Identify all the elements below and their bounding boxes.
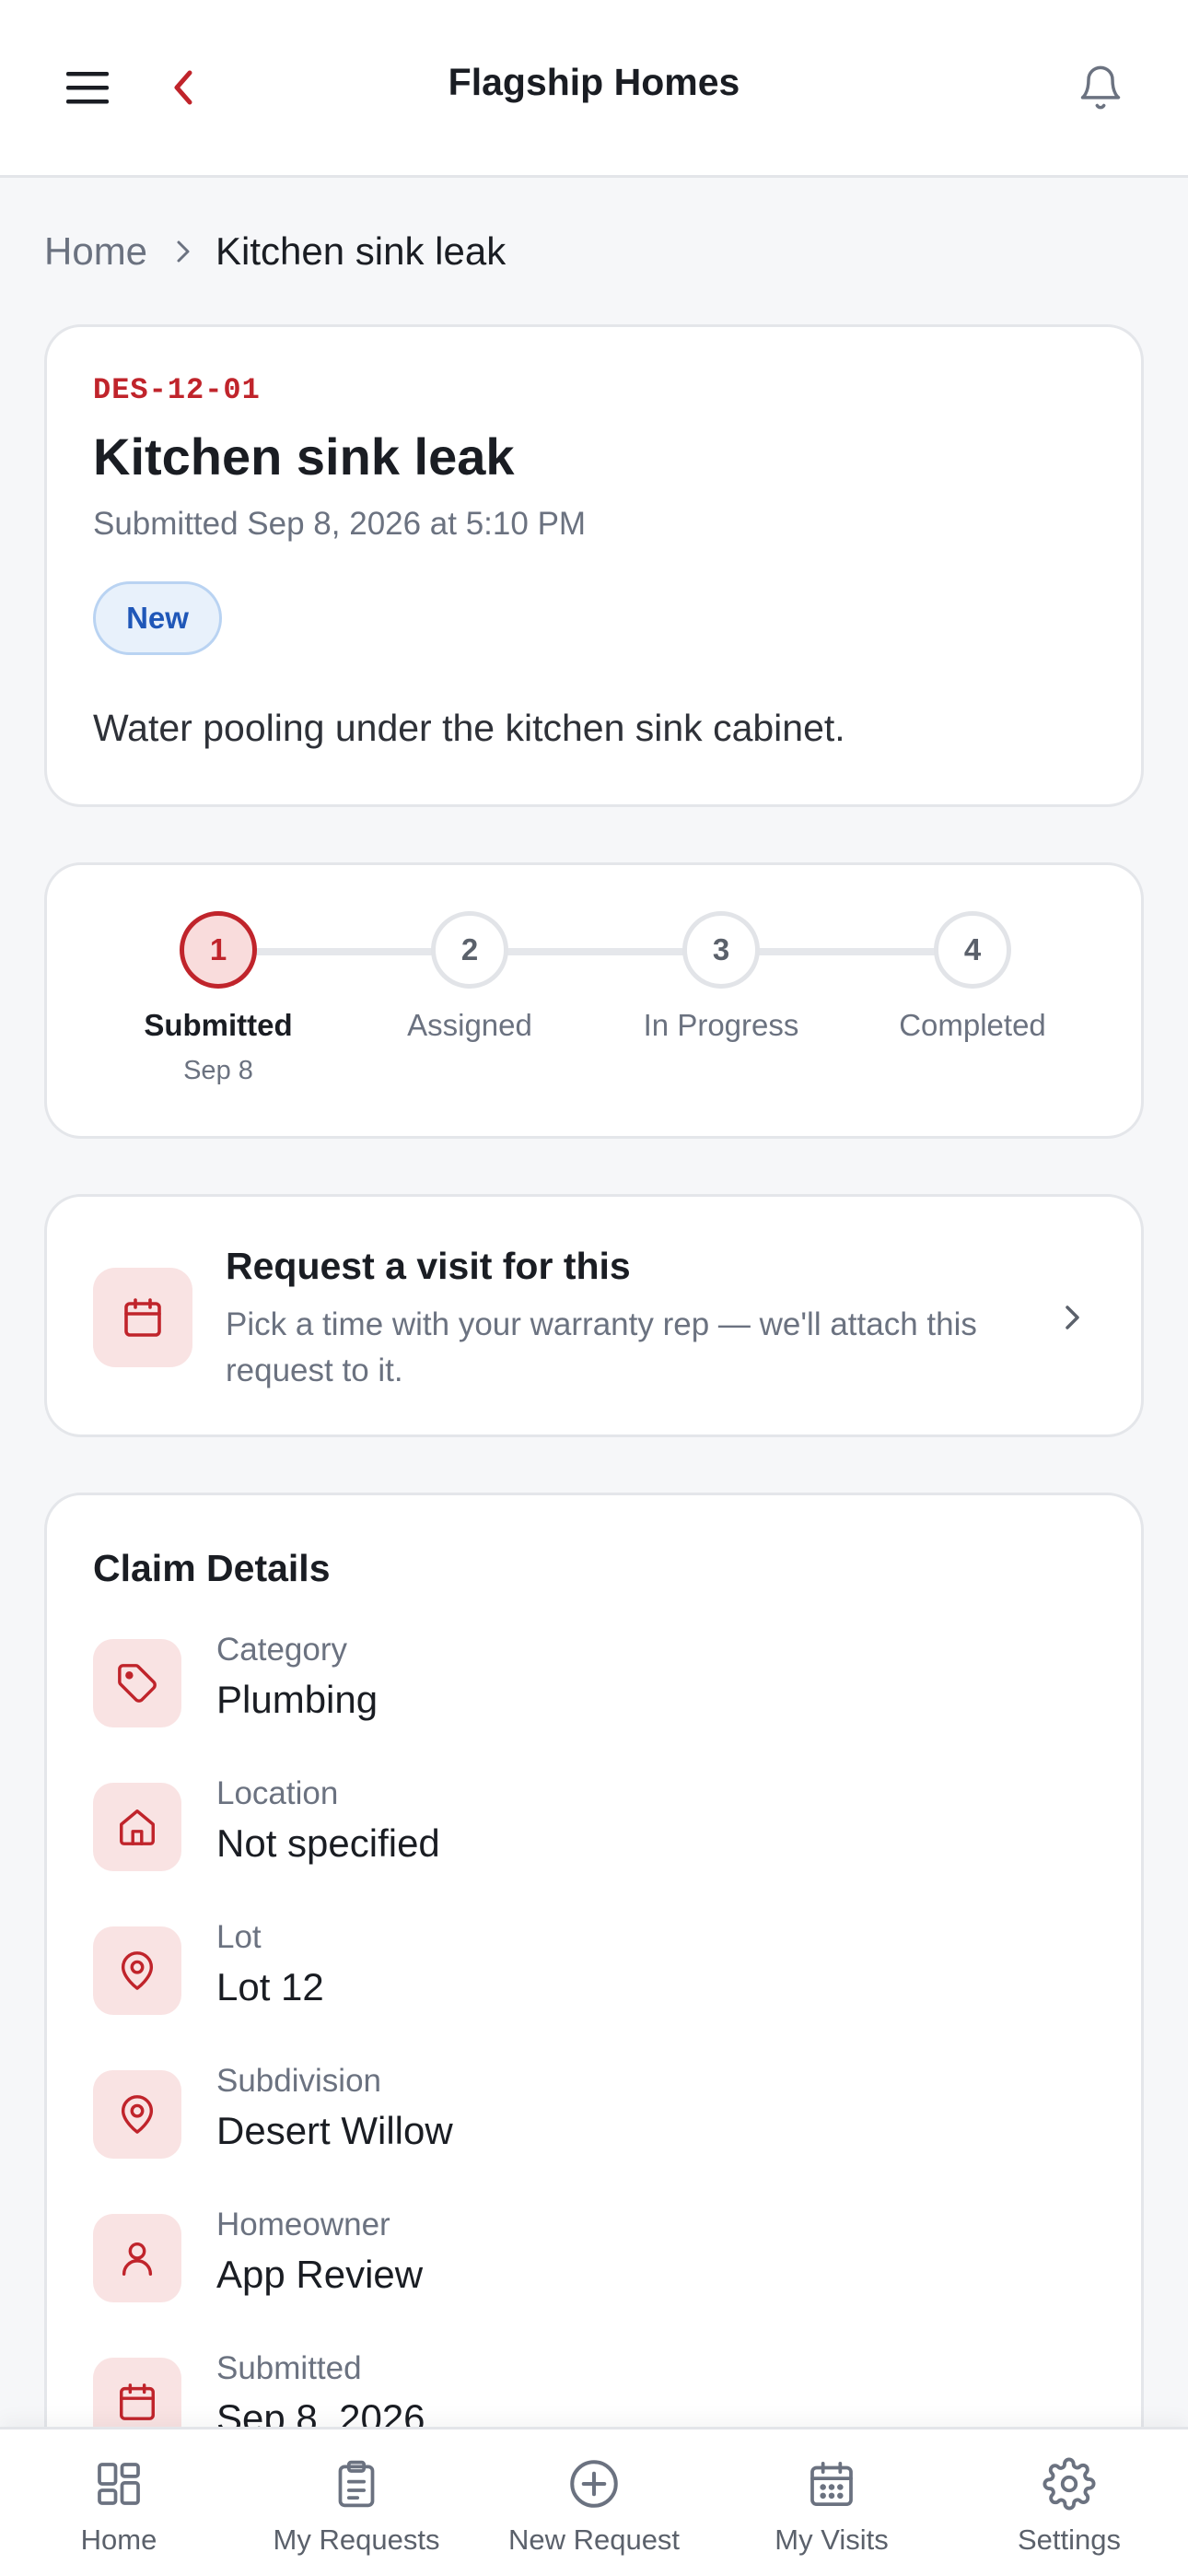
tab-my-requests[interactable]: My Requests bbox=[238, 2430, 475, 2576]
bottom-tab-bar: Home My Requests New Request My Visits S… bbox=[0, 2427, 1188, 2576]
status-badge: New bbox=[93, 581, 222, 655]
map-pin-icon bbox=[93, 2070, 181, 2159]
user-icon bbox=[93, 2214, 181, 2302]
detail-label: Homeowner bbox=[216, 2207, 390, 2242]
step-4-label: Completed bbox=[899, 1008, 1046, 1042]
detail-label: Location bbox=[216, 1775, 339, 1811]
request-visit-description: Pick a time with your warranty rep — we'… bbox=[226, 1306, 977, 1388]
claim-description: Water pooling under the kitchen sink cab… bbox=[93, 707, 845, 749]
plus-circle-icon bbox=[565, 2455, 623, 2512]
step-1-label: Submitted bbox=[144, 1008, 293, 1042]
grid-icon bbox=[90, 2455, 147, 2512]
submitted-timestamp: Submitted Sep 8, 2026 at 5:10 PM bbox=[93, 506, 587, 542]
tab-my-visits[interactable]: My Visits bbox=[713, 2430, 950, 2576]
calendar-icon bbox=[93, 1268, 192, 1367]
detail-row-category: Category Plumbing bbox=[93, 1632, 1097, 1740]
step-3-circle: 3 bbox=[682, 911, 760, 989]
step-1-date: Sep 8 bbox=[183, 1056, 253, 1085]
app-title: Flagship Homes bbox=[448, 61, 740, 103]
map-pin-icon bbox=[93, 1926, 181, 2015]
request-visit-title: Request a visit for this bbox=[226, 1245, 631, 1287]
detail-value: App Review bbox=[216, 2253, 424, 2296]
detail-row-subdivision: Subdivision Desert Willow bbox=[93, 2063, 1097, 2172]
breadcrumb-home-link[interactable]: Home bbox=[44, 229, 147, 274]
clipboard-icon bbox=[328, 2455, 385, 2512]
step-4-circle: 4 bbox=[934, 911, 1011, 989]
breadcrumb-current: Kitchen sink leak bbox=[215, 229, 507, 273]
progress-track bbox=[218, 948, 972, 955]
breadcrumb: Home Kitchen sink leak bbox=[44, 228, 506, 275]
detail-value: Desert Willow bbox=[216, 2109, 453, 2152]
tab-label: New Request bbox=[507, 2523, 681, 2556]
progress-stepper-card: 1 2 3 4 Submitted Assigned In Progress C… bbox=[44, 862, 1144, 1139]
step-3-label: In Progress bbox=[643, 1008, 799, 1042]
calendar-icon bbox=[803, 2455, 860, 2512]
tab-new-request[interactable]: New Request bbox=[475, 2430, 713, 2576]
detail-label: Category bbox=[216, 1632, 348, 1668]
request-visit-card[interactable]: Request a visit for this Pick a time wit… bbox=[44, 1194, 1144, 1437]
detail-row-lot: Lot Lot 12 bbox=[93, 1919, 1097, 2028]
tab-label: Settings bbox=[1017, 2523, 1121, 2556]
chevron-right-icon bbox=[1049, 1294, 1095, 1341]
claim-details-title: Claim Details bbox=[93, 1547, 331, 1589]
chevron-right-icon bbox=[173, 238, 193, 265]
step-1-circle: 1 bbox=[180, 911, 257, 989]
detail-value: Plumbing bbox=[216, 1678, 379, 1721]
tab-home[interactable]: Home bbox=[0, 2430, 238, 2576]
tab-label: My Visits bbox=[775, 2523, 889, 2556]
detail-label: Submitted bbox=[216, 2350, 362, 2386]
detail-value: Not specified bbox=[216, 1821, 440, 1865]
claim-details-card: Claim Details Category Plumbing Location… bbox=[44, 1493, 1144, 2576]
tab-label: Home bbox=[80, 2523, 157, 2556]
claim-title: Kitchen sink leak bbox=[93, 427, 515, 486]
detail-value: Lot 12 bbox=[216, 1965, 324, 2008]
detail-label: Subdivision bbox=[216, 2063, 381, 2099]
home-icon bbox=[93, 1783, 181, 1871]
step-2-circle: 2 bbox=[431, 911, 508, 989]
claim-summary-card: DES-12-01 Kitchen sink leak Submitted Se… bbox=[44, 324, 1144, 807]
tab-settings[interactable]: Settings bbox=[950, 2430, 1188, 2576]
claim-code: DES-12-01 bbox=[93, 373, 261, 407]
detail-row-homeowner: Homeowner App Review bbox=[93, 2207, 1097, 2315]
step-2-label: Assigned bbox=[407, 1008, 532, 1042]
tab-label: My Requests bbox=[273, 2523, 440, 2556]
bell-icon[interactable] bbox=[1068, 55, 1133, 120]
gear-icon bbox=[1041, 2455, 1098, 2512]
tag-icon bbox=[93, 1639, 181, 1727]
detail-label: Lot bbox=[216, 1919, 262, 1955]
detail-row-location: Location Not specified bbox=[93, 1775, 1097, 1884]
app-header: Flagship Homes bbox=[0, 0, 1188, 178]
